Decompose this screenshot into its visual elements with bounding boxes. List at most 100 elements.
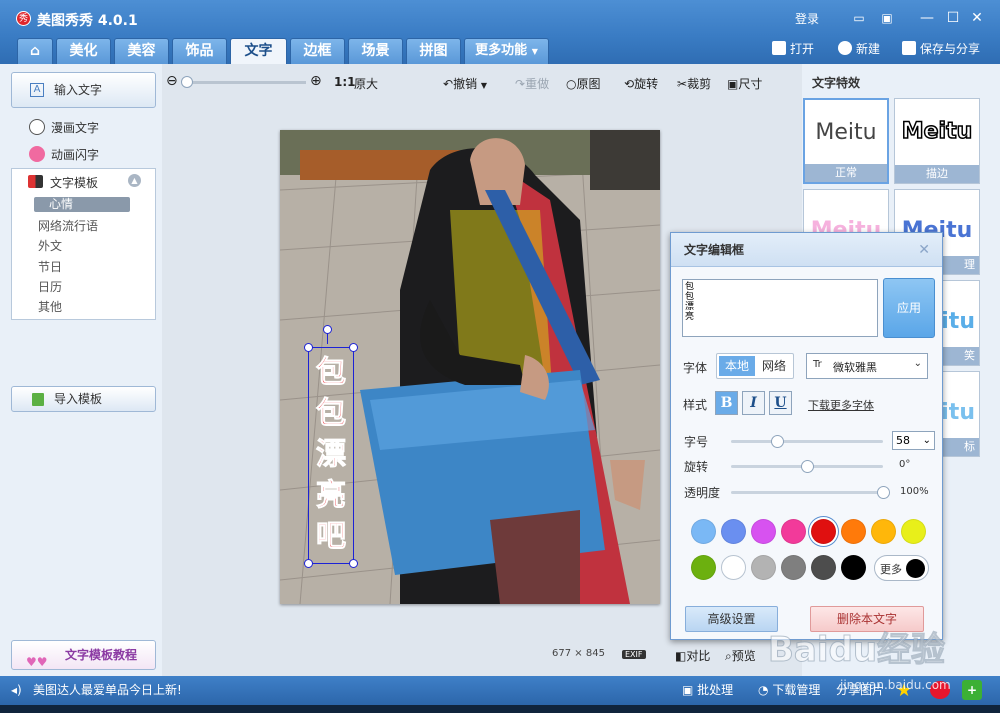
- tab-scene[interactable]: 场景: [348, 38, 403, 64]
- size-knob[interactable]: [770, 435, 784, 448]
- weibo-icon[interactable]: [930, 681, 950, 699]
- color-swatch[interactable]: [841, 555, 866, 580]
- text-overlay-box[interactable]: 包 包 漂 亮 吧: [304, 325, 358, 568]
- redo-button[interactable]: ↷重做: [515, 75, 549, 92]
- color-swatch[interactable]: [901, 519, 926, 544]
- template-item-holiday[interactable]: 节日: [38, 258, 62, 275]
- resize-handle[interactable]: [349, 559, 358, 568]
- more-colors-button[interactable]: 更多: [874, 555, 929, 581]
- tab-beautify[interactable]: 美化: [56, 38, 111, 64]
- undo-button[interactable]: ↶撤销 ▼: [443, 75, 487, 92]
- template-item-calendar[interactable]: 日历: [38, 278, 62, 295]
- color-swatch[interactable]: [751, 555, 776, 580]
- overlay-char: 亮: [316, 478, 347, 514]
- advanced-settings-button[interactable]: 高级设置: [685, 606, 778, 632]
- login-link[interactable]: 登录: [795, 10, 819, 27]
- compare-button[interactable]: ◧对比: [675, 647, 710, 664]
- crop-button[interactable]: ✂裁剪: [677, 75, 711, 92]
- opacity-knob[interactable]: [877, 486, 890, 499]
- tab-text[interactable]: 文字: [230, 38, 287, 64]
- collapse-icon[interactable]: ▲: [128, 174, 141, 187]
- preview-button[interactable]: ⌕预览: [725, 647, 756, 664]
- zoom-out-icon[interactable]: ⊖: [166, 73, 178, 89]
- resize-button[interactable]: ▣尺寸: [727, 75, 762, 92]
- rotate-icon: ⟲: [624, 77, 635, 91]
- effect-outline[interactable]: Meitu 描边: [894, 98, 980, 184]
- color-swatch[interactable]: [811, 519, 836, 544]
- dialog-close-icon[interactable]: ✕: [918, 233, 930, 267]
- star-icon[interactable]: ★: [896, 676, 912, 705]
- resize-handle[interactable]: [349, 343, 358, 352]
- open-button[interactable]: 打开: [772, 40, 814, 58]
- size-select[interactable]: 58 ⌄: [892, 431, 935, 450]
- color-swatch[interactable]: [811, 555, 836, 580]
- resize-handle[interactable]: [304, 343, 313, 352]
- save-share-button[interactable]: 保存与分享: [902, 40, 980, 58]
- underline-button[interactable]: U: [769, 391, 792, 415]
- photo-canvas[interactable]: 包 包 漂 亮 吧: [280, 130, 660, 604]
- opacity-slider[interactable]: [731, 486, 890, 499]
- color-swatch[interactable]: [751, 519, 776, 544]
- compare-label: 对比: [686, 649, 711, 663]
- exif-badge[interactable]: EXIF: [622, 650, 646, 659]
- resize-handle[interactable]: [304, 559, 313, 568]
- share-image-label[interactable]: 分享图片: [836, 676, 884, 705]
- font-source-local[interactable]: 本地: [719, 356, 755, 376]
- color-swatch[interactable]: [841, 519, 866, 544]
- rotate-knob[interactable]: [801, 460, 814, 473]
- download-fonts-link[interactable]: 下载更多字体: [808, 397, 874, 413]
- tab-accessories[interactable]: 饰品: [172, 38, 227, 64]
- font-source-network[interactable]: 网络: [757, 356, 791, 376]
- tab-collage[interactable]: 拼图: [406, 38, 461, 64]
- comic-text-item[interactable]: 漫画文字: [29, 119, 99, 136]
- rotate-handle[interactable]: [323, 325, 332, 334]
- tab-beauty[interactable]: 美容: [114, 38, 169, 64]
- delete-text-button[interactable]: 删除本文字: [810, 606, 924, 632]
- template-header[interactable]: 文字模板: [50, 174, 98, 191]
- color-swatch[interactable]: [781, 519, 806, 544]
- animated-text-item[interactable]: 动画闪字: [29, 146, 99, 163]
- tutorial-button[interactable]: ♥♥ 文字模板教程: [11, 640, 156, 670]
- font-select[interactable]: Tr 微软雅黑 ⌄: [806, 353, 928, 379]
- zoom-knob[interactable]: [181, 76, 193, 88]
- zoom-slider[interactable]: [181, 76, 306, 88]
- maximize-button[interactable]: ☐: [944, 9, 962, 27]
- home-tab[interactable]: ⌂: [17, 38, 53, 64]
- input-text-button[interactable]: A 输入文字: [11, 72, 156, 108]
- batch-button[interactable]: ▣ 批处理: [682, 676, 733, 705]
- color-swatch[interactable]: [691, 555, 716, 580]
- text-input[interactable]: [682, 279, 878, 337]
- tab-border[interactable]: 边框: [290, 38, 345, 64]
- color-swatch[interactable]: [691, 519, 716, 544]
- minimize-button[interactable]: —: [918, 9, 936, 27]
- template-item-foreign[interactable]: 外文: [38, 237, 62, 254]
- redo-icon: ↷: [515, 77, 526, 91]
- color-swatch[interactable]: [871, 519, 896, 544]
- color-swatch[interactable]: [721, 555, 746, 580]
- original-size-button[interactable]: 原大: [354, 75, 378, 92]
- size-slider[interactable]: [731, 435, 883, 448]
- marquee-text[interactable]: 美图达人最爱单品今日上新!: [33, 676, 182, 705]
- template-item-internet-slang[interactable]: 网络流行语: [38, 217, 98, 234]
- color-swatch[interactable]: [781, 555, 806, 580]
- tab-more-functions[interactable]: 更多功能 ▼: [464, 38, 549, 64]
- new-button[interactable]: 新建: [838, 40, 880, 58]
- original-image-button[interactable]: ○原图: [566, 75, 601, 92]
- rotate-slider[interactable]: [731, 460, 883, 473]
- skin-icon[interactable]: ▣: [878, 9, 896, 27]
- close-button[interactable]: ✕: [968, 9, 986, 27]
- import-template-button[interactable]: 导入模板: [11, 386, 156, 412]
- template-item-mood[interactable]: 心情: [34, 197, 130, 212]
- bold-button[interactable]: B: [715, 391, 738, 415]
- download-manager-button[interactable]: ◔ 下载管理: [758, 676, 820, 705]
- zoom-in-icon[interactable]: ⊕: [310, 73, 322, 89]
- message-icon[interactable]: ▭: [850, 9, 868, 27]
- rotate-button[interactable]: ⟲旋转: [624, 75, 658, 92]
- plus-share-icon[interactable]: +: [962, 680, 982, 700]
- effect-normal[interactable]: Meitu 正常: [803, 98, 889, 184]
- color-swatch[interactable]: [721, 519, 746, 544]
- italic-button[interactable]: I: [742, 391, 765, 415]
- template-item-other[interactable]: 其他: [38, 298, 62, 315]
- apply-button[interactable]: 应用: [883, 278, 935, 338]
- chevron-down-icon[interactable]: ▼: [481, 81, 487, 90]
